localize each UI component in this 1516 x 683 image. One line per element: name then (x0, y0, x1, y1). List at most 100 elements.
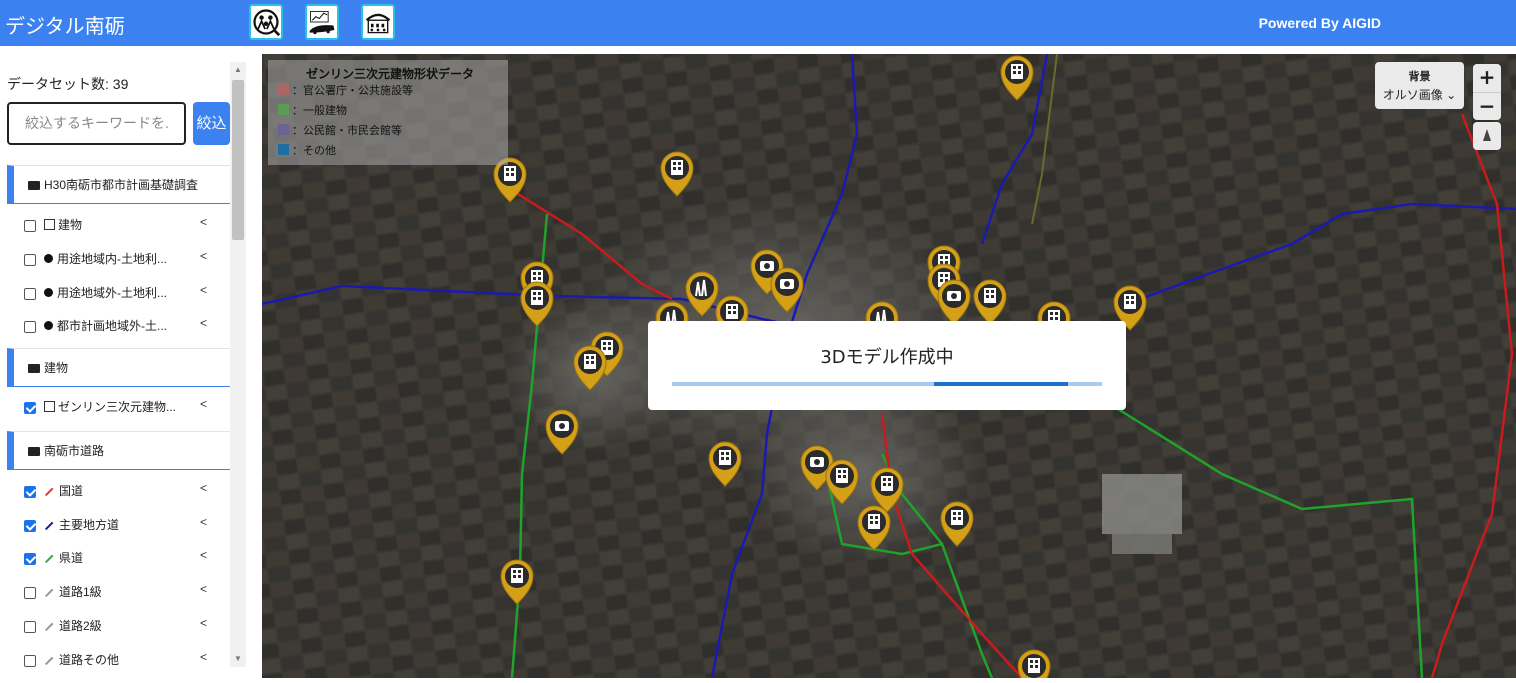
scroll-up-icon[interactable]: ▲ (230, 62, 246, 78)
app-header: デジタル南砺 Powered By AIGID (0, 0, 1516, 46)
share-icon[interactable]: < (200, 206, 207, 239)
group-label: 南砺市道路 (44, 444, 105, 458)
share-icon[interactable]: < (200, 307, 207, 340)
layer-checkbox[interactable] (24, 321, 36, 333)
layer-checkbox[interactable] (24, 486, 36, 498)
search-button[interactable]: 絞込 (193, 102, 230, 145)
legend-entry: ：その他 (278, 144, 336, 158)
share-icon[interactable]: < (200, 573, 207, 606)
legend-entry: ：一般建物 (278, 104, 347, 118)
compass-icon[interactable] (1473, 122, 1501, 150)
layer-item-zenrin-3d[interactable]: ゼンリン三次元建物... < (14, 391, 230, 424)
layer-checkbox[interactable] (24, 520, 36, 532)
layer-checkbox[interactable] (24, 402, 36, 414)
legend-label: ：一般建物 (292, 105, 347, 117)
folder-open-icon (28, 364, 40, 373)
line-icon (44, 588, 54, 597)
polygon-icon (44, 288, 53, 297)
building-people-icon[interactable] (361, 4, 395, 40)
group-header-buildings[interactable]: 建物 (7, 348, 230, 387)
layer-item-landuse-out[interactable]: 用途地域外-土地利... < (14, 277, 230, 310)
scroll-down-icon[interactable]: ▼ (230, 651, 246, 667)
share-icon[interactable]: < (200, 274, 207, 307)
share-icon[interactable]: < (200, 539, 207, 572)
polygon-icon (44, 254, 53, 263)
layer-item-outside-area[interactable]: 都市計画地域外-土... < (14, 310, 230, 343)
group-header-roads[interactable]: 南砺市道路 (7, 431, 230, 470)
powered-by[interactable]: Powered By AIGID (1259, 15, 1381, 31)
layer-label: 道路2級 (59, 619, 102, 633)
zoom-out-button[interactable]: − (1473, 92, 1501, 120)
line-icon (44, 554, 54, 563)
group-label: H30南砺市都市計画基礎調査 (44, 178, 199, 192)
polygon-icon (44, 321, 53, 330)
layer-label: 建物 (58, 218, 83, 232)
share-icon[interactable]: < (200, 472, 207, 505)
dataset-sidebar: データセット数: 39 絞込するキーワードを. 絞込 ▲ ▼ H30南砺市都市計… (0, 46, 262, 683)
layer-checkbox[interactable] (24, 288, 36, 300)
line-icon (44, 656, 54, 665)
layer-label: 県道 (59, 551, 84, 565)
layer-item-road-1[interactable]: 道路1級 < (14, 576, 230, 609)
layer-label: 主要地方道 (59, 518, 120, 532)
legend-label: ：その他 (292, 145, 336, 157)
layer-checkbox[interactable] (24, 220, 36, 232)
layer-item-prefectural-road[interactable]: 県道 < (14, 542, 230, 575)
legend-entry: ：官公署庁・公共施設等 (278, 84, 413, 98)
app-title[interactable]: デジタル南砺 (5, 10, 125, 39)
legend-swatch (278, 124, 289, 135)
layer-checkbox[interactable] (24, 553, 36, 565)
legend-title: ゼンリン三次元建物形状データ (306, 67, 475, 81)
share-icon[interactable]: < (200, 240, 207, 273)
legend-swatch (278, 84, 289, 95)
legend-swatch (278, 144, 289, 155)
layer-label: 道路1級 (59, 585, 102, 599)
progress-fill (934, 382, 1068, 386)
progress-bar (672, 382, 1102, 386)
legend-label: ：官公署庁・公共施設等 (292, 85, 413, 97)
group-header-urban-planning[interactable]: H30南砺市都市計画基礎調査 (7, 165, 230, 204)
layer-label: 道路その他 (59, 653, 120, 667)
scroll-thumb[interactable] (232, 80, 244, 240)
layer-label: 用途地域外-土地利... (57, 286, 167, 300)
chart-train-icon[interactable] (305, 4, 339, 40)
share-icon[interactable]: < (200, 641, 207, 674)
group-label: 建物 (44, 361, 69, 375)
folder-open-icon (28, 181, 40, 190)
community-people-search-icon[interactable] (249, 4, 283, 40)
layer-checkbox[interactable] (24, 655, 36, 667)
layer-checkbox[interactable] (24, 587, 36, 599)
legend-entry: ：公民館・市民会館等 (278, 124, 402, 138)
layer-item-main-road[interactable]: 主要地方道 < (14, 509, 230, 542)
line-icon (44, 622, 54, 631)
share-icon[interactable]: < (200, 506, 207, 539)
basemap-value: オルソ画像 (1382, 88, 1443, 102)
legend-label: ：公民館・市民会館等 (292, 125, 402, 137)
line-icon (44, 487, 54, 496)
share-icon[interactable]: < (200, 388, 207, 421)
layer-label: 都市計画地域外-土... (57, 319, 167, 333)
layer-item-landuse-in[interactable]: 用途地域内-土地利... < (14, 243, 230, 276)
search-input[interactable]: 絞込するキーワードを. (7, 102, 186, 145)
loading-message: 3Dモデル作成中 (820, 347, 954, 368)
map-legend: ゼンリン三次元建物形状データ ：官公署庁・公共施設等 ：一般建物 ：公民館・市民… (268, 60, 508, 165)
basemap-select[interactable]: オルソ画像 ⌄ (1375, 86, 1464, 103)
layer-checkbox[interactable] (24, 621, 36, 633)
sidebar-scrollbar[interactable]: ▲ ▼ (230, 62, 246, 667)
layer-checkbox[interactable] (24, 254, 36, 266)
layer-label: 国道 (59, 484, 84, 498)
basemap-selector[interactable]: 背景 オルソ画像 ⌄ (1375, 62, 1464, 109)
layer-item-building[interactable]: 建物 < (14, 209, 230, 242)
line-icon (44, 521, 54, 530)
loading-dialog: 3Dモデル作成中 (648, 321, 1126, 410)
layer-item-national-road[interactable]: 国道 < (14, 475, 230, 508)
folder-open-icon (28, 447, 40, 456)
share-icon[interactable]: < (200, 607, 207, 640)
zoom-in-button[interactable]: + (1473, 64, 1501, 92)
layer-item-road-other[interactable]: 道路その他 < (14, 644, 230, 677)
chevron-down-icon: ⌄ (1446, 88, 1457, 102)
basemap-title: 背景 (1408, 71, 1431, 83)
legend-swatch (278, 104, 289, 115)
layer-item-road-2[interactable]: 道路2級 < (14, 610, 230, 643)
layer-label: 用途地域内-土地利... (57, 252, 167, 266)
